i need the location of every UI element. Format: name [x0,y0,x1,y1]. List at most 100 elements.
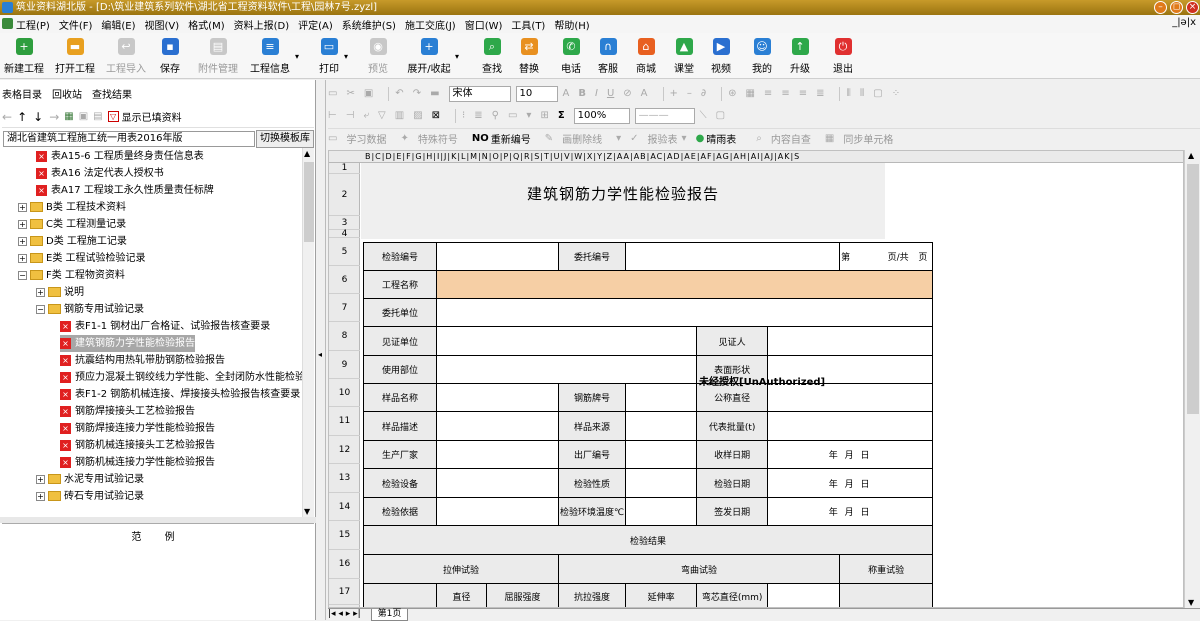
grid-settings-icon[interactable]: ⁘ [892,88,900,99]
chart-icon[interactable]: ▥ [395,110,404,121]
cut-icon[interactable]: ✂ [346,88,354,99]
menu-evaluate[interactable]: 评定(A) [298,17,333,32]
sheet-nav-buttons[interactable]: |◂ ◂ ▸ ▸| [328,609,361,619]
tree-item[interactable]: × 钢筋焊接连接力学性能检验报告 [60,420,215,437]
tree-item[interactable]: × 抗震结构用热轧带肋钢筋检验报告 [60,352,225,369]
row-number[interactable]: 9 [329,351,360,379]
list-icon[interactable]: ⁝ [462,110,465,121]
menu-view[interactable]: 视图(V) [145,17,180,32]
test-no-field[interactable] [436,242,559,271]
sheet-scrollbar[interactable]: ▲ ▼ [1184,150,1200,608]
scroll-up-icon[interactable]: ▲ [1188,151,1194,160]
filter-icon[interactable]: ▽ [378,110,386,121]
new-project-button[interactable]: + 新建工程 [3,36,45,78]
menu-system[interactable]: 系统维护(S) [342,17,396,32]
line-style-select[interactable]: ——— [634,107,695,124]
up-arrow-icon[interactable]: ↑ [17,110,27,124]
chevron-down-icon[interactable]: ▾ [344,52,348,61]
minimize-button[interactable]: – [1154,1,1167,14]
chevron-down-icon[interactable]: ▾ [526,110,531,121]
menu-edit[interactable]: 编辑(E) [101,17,135,32]
scroll-up-icon[interactable]: ▲ [304,149,310,158]
row-number[interactable]: 2 [329,174,360,216]
replace-button[interactable]: ⇄ 替换 [518,36,540,78]
tab-recycle-bin[interactable]: 回收站 [52,86,82,102]
test-basis-field[interactable] [436,497,559,526]
panel-divider[interactable]: ◂ [316,80,326,620]
row-number[interactable]: 5 [329,238,360,266]
special-char-button[interactable]: 特殊符号 [418,131,458,146]
switch-template-button[interactable]: 切换模板库 [256,130,314,148]
sum-icon[interactable]: Σ [558,110,565,121]
study-data-button[interactable]: 学习数据 [346,131,386,146]
lock-icon[interactable]: ⊠ [432,110,440,121]
video-button[interactable]: ▶ 视频 [710,36,732,78]
store-button[interactable]: ⌂ 商城 [635,36,657,78]
wrap-icon[interactable]: ⊛ [728,88,736,99]
preview-button[interactable]: ◉ 预览 [367,36,389,78]
menu-tools[interactable]: 工具(T) [511,17,545,32]
row-height-icon[interactable]: ⦀ [860,88,864,99]
open-project-button[interactable]: ▬ 打开工程 [54,36,96,78]
report-table-button[interactable]: 报验表 [648,131,678,146]
down-arrow-icon[interactable]: ↓ [33,110,43,124]
tree-item[interactable]: + E类 工程试验检验记录 [18,250,146,267]
expand-icon[interactable]: + [18,202,27,212]
collapse-icon[interactable]: − [36,304,45,314]
show-filled-checkbox[interactable]: ▽ [107,111,119,122]
row-number[interactable]: 8 [329,322,360,351]
tree-item[interactable]: + D类 工程施工记录 [18,233,127,250]
exit-button[interactable]: ⏻ 退出 [832,36,854,78]
close-button[interactable]: × [1186,1,1199,14]
tab-table-directory[interactable]: 表格目录 [2,86,42,102]
expand-icon[interactable]: + [18,253,27,263]
sample-desc-field[interactable] [436,411,559,441]
picture-icon[interactable]: ▨ [413,110,422,121]
row-number[interactable]: 15 [329,521,360,550]
entrust-no-field[interactable] [625,242,841,271]
italic-button[interactable]: I [595,88,598,99]
project-name-field[interactable] [435,270,934,299]
row-number[interactable]: 4 [329,229,360,239]
row-number[interactable]: 16 [329,550,360,579]
tree-item[interactable]: × 表A17 工程竣工永久性质量责任标牌 [36,182,214,199]
tab-search-results[interactable]: 查找结果 [92,86,132,102]
sort-icon[interactable]: ≣ [474,110,482,121]
insert-plus-icon[interactable]: + [670,88,678,99]
strike-icon[interactable]: ⊘ [623,88,631,99]
sample-source-field[interactable] [625,411,698,441]
attachment-button[interactable]: ▤ 附件管理 [197,36,239,78]
mdi-controls[interactable]: _|ǝ|x [1172,17,1196,28]
sheet-tab-page1[interactable]: 第1页 [370,609,409,621]
tree-item[interactable]: × 表F1-2 钢筋机械连接、焊接接头检验报告核查要录 [60,386,300,403]
manufacturer-field[interactable] [436,440,559,469]
formula-icon[interactable]: ⚲ [492,110,499,121]
format-brush-icon[interactable]: ▬ [430,88,439,99]
row-number[interactable]: 1 [329,163,360,174]
chevron-left-icon[interactable]: ◂ [318,350,322,359]
tree-item[interactable]: − 钢筋专用试验记录 [36,301,144,318]
expand-icon[interactable]: + [36,287,45,297]
scroll-down-icon[interactable]: ▼ [304,507,310,516]
row-number[interactable]: 17 [329,579,360,605]
tree-scrollbar[interactable]: ▲ ▼ [302,148,314,517]
row-number[interactable]: 13 [329,464,360,493]
menu-file[interactable]: 文件(F) [59,17,93,32]
back-arrow-icon[interactable]: ← [2,110,12,124]
justify-icon[interactable]: ≣ [816,88,824,99]
weigh-result-cell[interactable] [839,583,934,607]
test-equipment-field[interactable] [436,468,559,498]
font-size-select[interactable]: 10 [515,85,558,102]
tree-item[interactable]: + 水泥专用试验记录 [36,471,144,488]
menu-project[interactable]: 工程(P) [16,17,50,32]
chevron-down-icon[interactable]: ▾ [295,52,299,61]
witness-field[interactable] [767,326,934,356]
border-select-icon[interactable]: ▢ [716,110,725,121]
zoom-select[interactable]: 100% [573,107,630,124]
undo-icon[interactable]: ↶ [395,88,403,99]
rep-batch-field[interactable] [767,411,934,441]
weather-button[interactable]: 晴雨表 [706,131,736,146]
font-name-select[interactable]: 宋体 [448,85,511,102]
column-header[interactable]: B|C|D|E|F|G|H|I|J|K|L|M|N|O|P|Q|R|S|T|U|… [329,151,1183,163]
copy-icon[interactable]: ▣ [364,88,373,99]
